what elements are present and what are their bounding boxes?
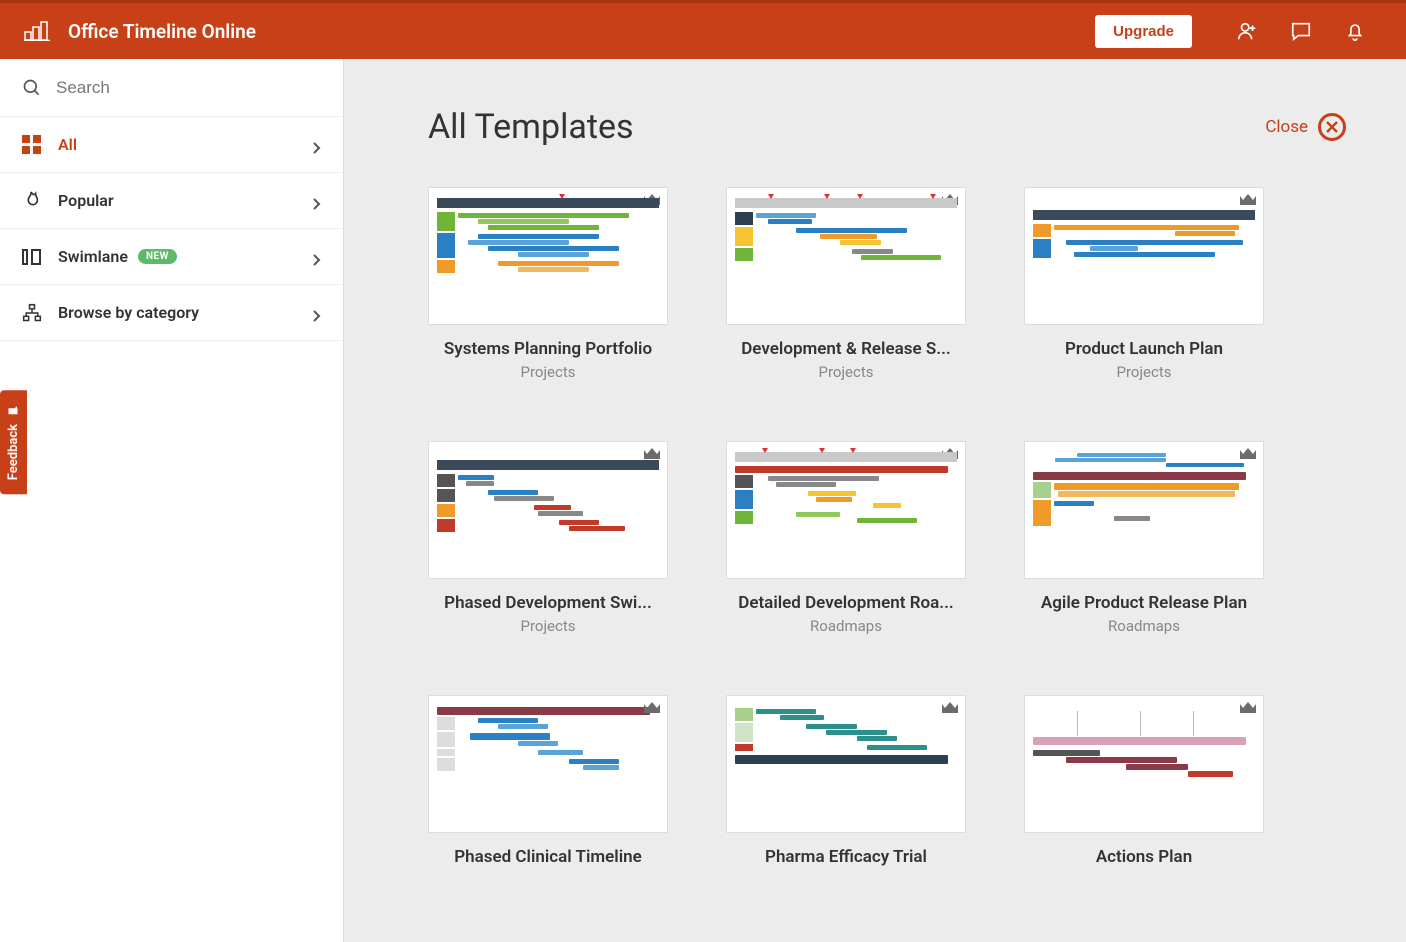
crown-icon [1239, 446, 1257, 465]
template-thumb [428, 441, 668, 579]
crown-icon [1239, 192, 1257, 211]
search-icon [22, 78, 42, 98]
hierarchy-icon [22, 303, 42, 323]
app-logo-icon [24, 21, 50, 41]
feedback-tab[interactable]: Feedback [0, 390, 27, 494]
app-title: Office Timeline Online [68, 20, 256, 43]
template-category: Projects [726, 363, 966, 381]
template-title: Detailed Development Roa... [726, 593, 966, 613]
template-category: Projects [1024, 363, 1264, 381]
page-title: All Templates [428, 107, 1265, 147]
chevron-right-icon [311, 196, 321, 206]
sidebar-item-label: All [58, 135, 77, 154]
template-category: Roadmaps [1024, 617, 1264, 635]
template-title: Agile Product Release Plan [1024, 593, 1264, 613]
sidebar-item-all[interactable]: All [0, 117, 343, 173]
sidebar: All Popular Swimlane NEW [0, 59, 344, 942]
template-thumb [428, 187, 668, 325]
close-button[interactable]: Close [1265, 113, 1346, 141]
close-icon [1318, 113, 1346, 141]
template-title: Development & Release S... [726, 339, 966, 359]
search-input[interactable] [56, 78, 321, 98]
sidebar-item-label: Swimlane [58, 247, 128, 266]
header-bar: Office Timeline Online Upgrade [0, 0, 1406, 59]
template-thumb [1024, 187, 1264, 325]
template-thumb [1024, 441, 1264, 579]
swimlane-icon [22, 247, 42, 267]
sidebar-item-popular[interactable]: Popular [0, 173, 343, 229]
template-title: Pharma Efficacy Trial [726, 847, 966, 867]
sidebar-item-label: Browse by category [58, 303, 199, 322]
template-title: Systems Planning Portfolio [428, 339, 668, 359]
template-card[interactable]: Phased Development Swi... Projects [428, 441, 668, 635]
sidebar-item-browse-category[interactable]: Browse by category [0, 285, 343, 341]
template-thumb [726, 187, 966, 325]
template-card[interactable]: Systems Planning Portfolio Projects [428, 187, 668, 381]
close-label: Close [1265, 117, 1308, 137]
template-category: Projects [428, 617, 668, 635]
upgrade-button[interactable]: Upgrade [1095, 15, 1192, 48]
template-thumb [726, 695, 966, 833]
sidebar-item-label: Popular [58, 191, 114, 210]
template-card[interactable]: Development & Release S... Projects [726, 187, 966, 381]
crown-icon [941, 700, 959, 719]
add-user-icon[interactable] [1236, 20, 1258, 42]
search-row[interactable] [0, 59, 343, 117]
bell-icon[interactable] [1344, 20, 1366, 42]
template-title: Phased Clinical Timeline [428, 847, 668, 867]
new-badge: NEW [138, 249, 177, 264]
template-card[interactable]: Phased Clinical Timeline [428, 695, 668, 871]
template-thumb [1024, 695, 1264, 833]
template-card[interactable]: Product Launch Plan Projects [1024, 187, 1264, 381]
template-card[interactable]: Pharma Efficacy Trial [726, 695, 966, 871]
template-card[interactable]: Detailed Development Roa... Roadmaps [726, 441, 966, 635]
template-category: Roadmaps [726, 617, 966, 635]
template-card[interactable]: Agile Product Release Plan Roadmaps [1024, 441, 1264, 635]
chevron-right-icon [311, 140, 321, 150]
template-category: Projects [428, 363, 668, 381]
template-thumb [726, 441, 966, 579]
template-grid: Systems Planning Portfolio Projects Deve… [428, 187, 1346, 871]
grid-icon [22, 135, 42, 155]
feedback-label: Feedback [6, 424, 21, 480]
template-card[interactable]: Actions Plan [1024, 695, 1264, 871]
flame-icon [22, 191, 42, 211]
chat-icon[interactable] [1290, 20, 1312, 42]
crown-icon [643, 700, 661, 719]
template-title: Product Launch Plan [1024, 339, 1264, 359]
template-thumb [428, 695, 668, 833]
template-title: Actions Plan [1024, 847, 1264, 867]
chevron-right-icon [311, 252, 321, 262]
chevron-right-icon [311, 308, 321, 318]
main-content: All Templates Close Systems Planning Por… [344, 59, 1406, 942]
template-title: Phased Development Swi... [428, 593, 668, 613]
sidebar-item-swimlane[interactable]: Swimlane NEW [0, 229, 343, 285]
